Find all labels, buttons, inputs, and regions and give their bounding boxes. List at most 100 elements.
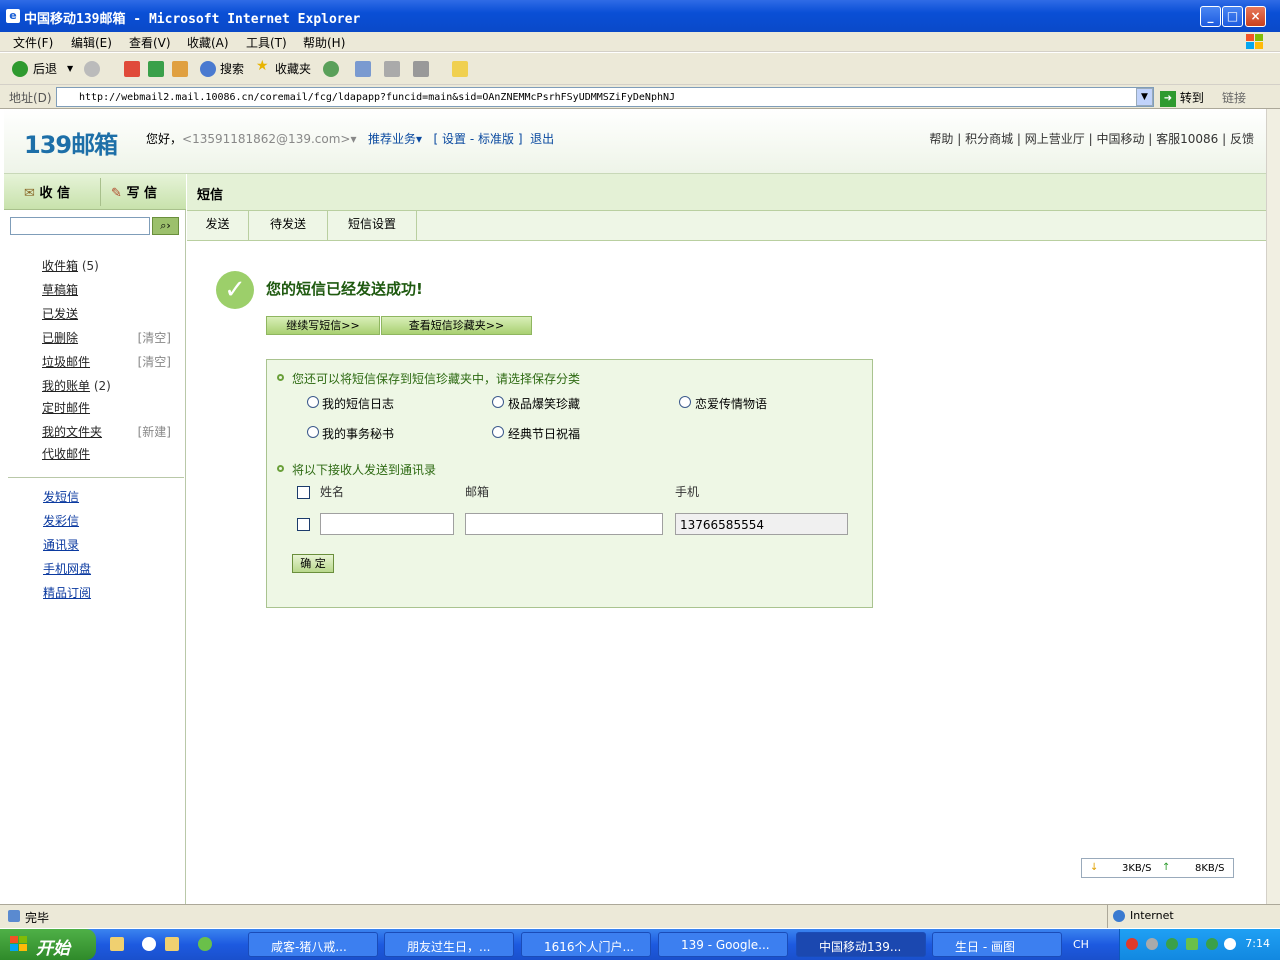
- feedback-link[interactable]: 反馈: [1230, 132, 1254, 146]
- folder-scheduled[interactable]: 定时邮件: [42, 399, 90, 416]
- radio-secretary[interactable]: [307, 426, 319, 438]
- mobile-disk-link[interactable]: 手机网盘: [43, 560, 91, 577]
- task-item[interactable]: 生日 - 画图: [932, 932, 1062, 957]
- view-collection-button[interactable]: 查看短信珍藏夹>>: [381, 316, 532, 335]
- menu-help[interactable]: 帮助(H): [303, 34, 345, 51]
- tab-send[interactable]: 发送: [187, 211, 249, 240]
- menu-favorites[interactable]: 收藏(A): [187, 34, 229, 51]
- folder-collect[interactable]: 代收邮件: [42, 445, 90, 462]
- standard-version-link[interactable]: 标准版: [478, 132, 514, 146]
- name-input[interactable]: [320, 513, 454, 535]
- phone-input[interactable]: 13766585554: [675, 513, 848, 535]
- tab-sms-settings[interactable]: 短信设置: [328, 211, 417, 240]
- menu-tools[interactable]: 工具(T): [246, 34, 287, 51]
- mail-search-input[interactable]: [10, 217, 150, 235]
- recommend-dropdown-icon[interactable]: ▾: [416, 132, 422, 146]
- network-icon[interactable]: [1186, 938, 1198, 950]
- refresh-icon[interactable]: [148, 61, 164, 77]
- stop-icon[interactable]: [124, 61, 140, 77]
- email-input[interactable]: [465, 513, 663, 535]
- back-button[interactable]: 后退: [33, 60, 57, 77]
- online-hall-link[interactable]: 网上营业厅: [1025, 132, 1085, 146]
- folder-deleted[interactable]: 已删除: [42, 329, 78, 346]
- messenger-icon[interactable]: [452, 61, 468, 77]
- save-options-panel: 您还可以将短信保存到短信珍藏夹中，请选择保存分类 我的短信日志 极品爆笑珍藏 恋…: [266, 359, 873, 608]
- home-icon[interactable]: [172, 61, 188, 77]
- menu-view[interactable]: 查看(V): [129, 34, 171, 51]
- tab-pending[interactable]: 待发送: [249, 211, 328, 240]
- confirm-button[interactable]: 确 定: [292, 554, 334, 573]
- send-mms-link[interactable]: 发彩信: [43, 512, 79, 529]
- edit-icon[interactable]: [413, 61, 429, 77]
- print-icon[interactable]: [384, 61, 400, 77]
- address-input[interactable]: http://webmail2.mail.10086.cn/coremail/f…: [56, 87, 1154, 107]
- mail-search-button[interactable]: ⌕›: [152, 217, 179, 235]
- china-mobile-link[interactable]: 中国移动: [1096, 132, 1144, 146]
- vertical-scrollbar[interactable]: [1266, 109, 1280, 904]
- update-icon[interactable]: [1224, 938, 1236, 950]
- task-item[interactable]: 咸客-猪八戒...: [248, 932, 378, 957]
- folder-icon[interactable]: [110, 937, 124, 951]
- task-item[interactable]: 1616个人门户...: [521, 932, 651, 957]
- settings-link[interactable]: 设置: [442, 132, 466, 146]
- task-item[interactable]: 139 - Google...: [658, 932, 788, 957]
- maximize-button[interactable]: □: [1222, 6, 1243, 27]
- logout-link[interactable]: 退出: [530, 132, 554, 146]
- subscription-link[interactable]: 精品订阅: [43, 584, 91, 601]
- row-checkbox[interactable]: [297, 518, 310, 531]
- star-icon[interactable]: ★: [256, 58, 269, 74]
- select-all-checkbox[interactable]: [297, 486, 310, 499]
- bullet-icon: [277, 465, 284, 472]
- help-link[interactable]: 帮助: [929, 132, 953, 146]
- close-button[interactable]: ×: [1245, 6, 1266, 27]
- recommend-link[interactable]: 推荐业务: [368, 132, 416, 146]
- start-button[interactable]: 开始: [0, 929, 96, 960]
- ie-quicklaunch-icon[interactable]: [142, 937, 156, 951]
- minimize-button[interactable]: _: [1200, 6, 1221, 27]
- folder-sent[interactable]: 已发送: [42, 305, 78, 322]
- radio-funny[interactable]: [492, 396, 504, 408]
- go-button[interactable]: ➜ 转到: [1160, 89, 1204, 107]
- receive-button[interactable]: ✉ 收 信: [24, 182, 70, 201]
- search-icon[interactable]: [200, 61, 216, 77]
- back-arrow-icon[interactable]: [12, 61, 28, 77]
- task-item[interactable]: 朋友过生日，...: [384, 932, 514, 957]
- folder-spam[interactable]: 垃圾邮件: [42, 353, 90, 370]
- account-dropdown-icon[interactable]: ▾: [350, 132, 356, 146]
- links-button[interactable]: 链接: [1222, 89, 1246, 106]
- empty-deleted-button[interactable]: [清空]: [138, 329, 171, 346]
- write-button[interactable]: ✎ 写 信: [111, 182, 157, 201]
- empty-spam-button[interactable]: [清空]: [138, 353, 171, 370]
- task-item-active[interactable]: 中国移动139...: [796, 932, 926, 957]
- address-dropdown-icon[interactable]: ▼: [1136, 88, 1153, 106]
- media-icon[interactable]: [198, 937, 212, 951]
- mail-icon[interactable]: [355, 61, 371, 77]
- tray-icon[interactable]: [1146, 938, 1158, 950]
- menu-edit[interactable]: 编辑(E): [71, 34, 112, 51]
- mail-logo[interactable]: 139邮箱: [24, 125, 118, 160]
- menu-file[interactable]: 文件(F): [13, 34, 53, 51]
- qq-icon[interactable]: [1126, 938, 1138, 950]
- new-folder-button[interactable]: [新建]: [138, 423, 171, 440]
- send-sms-link[interactable]: 发短信: [43, 488, 79, 505]
- points-mall-link[interactable]: 积分商城: [965, 132, 1013, 146]
- radio-love[interactable]: [679, 396, 691, 408]
- service-link[interactable]: 客服10086: [1156, 132, 1218, 146]
- radio-sms-diary[interactable]: [307, 396, 319, 408]
- favorites-button[interactable]: 收藏夹: [275, 60, 311, 77]
- radio-holiday[interactable]: [492, 426, 504, 438]
- folder-bills[interactable]: 我的账单 (2): [42, 377, 111, 394]
- back-dropdown-icon[interactable]: ▼: [67, 64, 73, 73]
- shield-icon[interactable]: [1166, 938, 1178, 950]
- continue-writing-button[interactable]: 继续写短信>>: [266, 316, 380, 335]
- search-button[interactable]: 搜索: [220, 60, 244, 77]
- folder-icon[interactable]: [165, 937, 179, 951]
- folder-inbox[interactable]: 收件箱 (5): [42, 257, 99, 274]
- contacts-link[interactable]: 通讯录: [43, 536, 79, 553]
- folder-my-folders[interactable]: 我的文件夹: [42, 423, 102, 440]
- language-indicator[interactable]: CH: [1073, 938, 1089, 951]
- history-icon[interactable]: [323, 61, 339, 77]
- security-icon[interactable]: [1206, 938, 1218, 950]
- folder-drafts[interactable]: 草稿箱: [42, 281, 78, 298]
- forward-arrow-icon[interactable]: [84, 61, 100, 77]
